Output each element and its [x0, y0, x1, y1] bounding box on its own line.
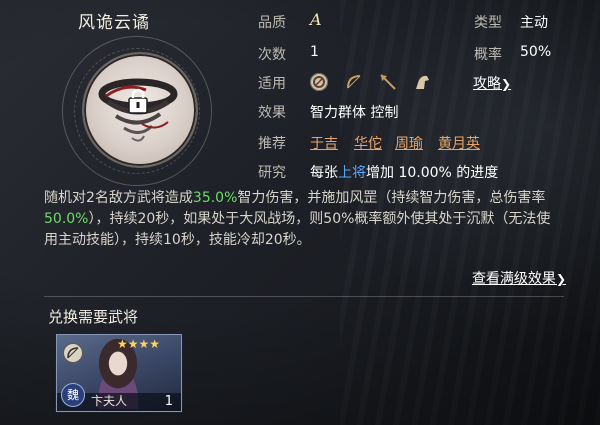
recommend-general-link[interactable]: 周瑜 [395, 133, 423, 153]
skill-title: 风诡云谲 [78, 13, 150, 33]
recommend-general-link[interactable]: 于吉 [310, 133, 338, 153]
view-full-effect-link[interactable]: 查看满级效果❯ [472, 268, 566, 288]
uses-value: 1 [310, 44, 319, 60]
probability-label: 概率 [474, 47, 502, 63]
effect-label: 效果 [258, 105, 286, 121]
skill-description: 随机对2名敌方武将造成35.0%智力伤害，并施加风罡（持续智力伤害，总伤害率 50… [44, 188, 564, 251]
description-text: 随机对2名敌方武将造成 [44, 190, 193, 206]
effect-value: 智力群体 控制 [310, 105, 399, 121]
research-highlight: 上将 [338, 165, 366, 181]
general-card[interactable]: ★★★★ 魏 卞夫人 1 [56, 334, 182, 412]
recommend-general-link[interactable]: 华佗 [354, 133, 382, 153]
general-name: 卞夫人 [91, 394, 128, 408]
research-label: 研究 [258, 165, 286, 181]
applies-label: 适用 [258, 76, 286, 92]
star-rating: ★★★★ [117, 337, 161, 351]
general-count: 1 [164, 394, 173, 409]
recommend-label: 推荐 [258, 136, 286, 152]
description-value: 35.0% [192, 190, 238, 206]
quality-label: 品质 [258, 15, 286, 31]
spear-unit-icon [378, 72, 398, 92]
exchange-section-title: 兑换需要武将 [48, 308, 139, 326]
research-text: 每张上将增加 10.00% 的进度 [310, 162, 498, 182]
description-text: ），持续20秒，如果处于大风战场，则50%概率额外使其处于沉默（无法使用主动技能… [44, 211, 551, 248]
guide-link-label: 攻略 [473, 76, 501, 92]
chevron-right-icon: ❯ [501, 77, 512, 91]
description-value: 50.0% [44, 211, 89, 227]
recommend-general-link[interactable]: 黄月英 [438, 133, 480, 153]
full-effect-label: 查看满级效果 [471, 271, 556, 287]
bow-unit-icon [344, 72, 364, 92]
bow-unit-icon [63, 343, 83, 363]
type-value: 主动 [520, 15, 548, 31]
probability-value: 50% [520, 44, 552, 60]
research-prefix: 每张 [310, 165, 338, 181]
guide-link[interactable]: 攻略❯ [473, 73, 511, 93]
faction-badge: 魏 [61, 383, 85, 407]
research-suffix: 增加 10.00% 的进度 [366, 165, 499, 181]
whirlwind-lock-icon [98, 78, 178, 142]
chevron-right-icon: ❯ [555, 272, 566, 286]
description-text: 智力伤害，并施加风罡（持续智力伤害，总伤害率 [237, 190, 546, 206]
skill-emblem [62, 36, 212, 186]
section-divider [44, 296, 564, 297]
type-label: 类型 [474, 15, 502, 31]
uses-label: 次数 [258, 47, 286, 63]
cavalry-unit-icon [412, 72, 432, 92]
shield-unit-icon [310, 73, 328, 91]
quality-value: A [310, 10, 322, 29]
